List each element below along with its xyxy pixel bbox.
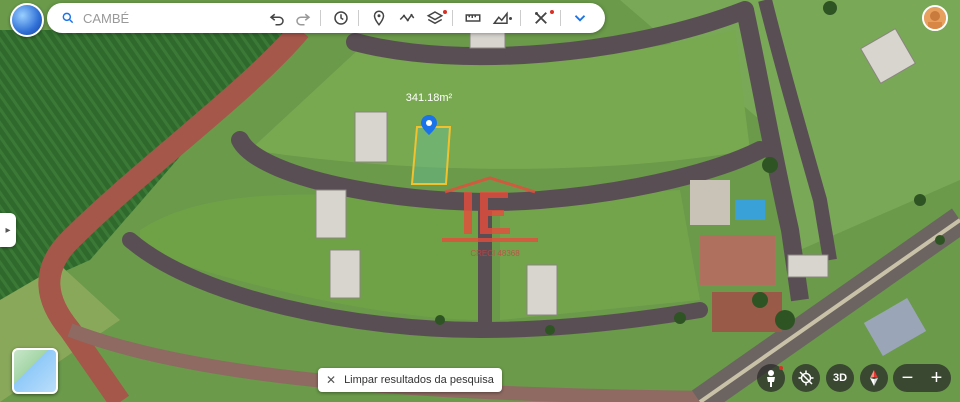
history-icon[interactable] (330, 7, 352, 29)
clear-results-label: Limpar resultados da pesquisa (344, 374, 494, 386)
parcel-area-label: 341.18m² (406, 92, 453, 104)
side-panel-toggle[interactable]: ▸ (0, 213, 16, 247)
toolbar (47, 3, 605, 33)
pegman-icon (767, 370, 775, 387)
avatar[interactable] (922, 5, 948, 31)
globe-icon[interactable] (10, 3, 44, 37)
search-icon (61, 11, 75, 25)
search-box[interactable] (51, 6, 253, 30)
satellite-map[interactable]: CRECI 48368 341.18m² (0, 0, 960, 402)
chevron-down-icon[interactable] (569, 7, 591, 29)
zoom-in-button[interactable]: + (931, 368, 943, 388)
chevron-right-icon: ▸ (5, 224, 11, 236)
three-d-label: 3D (832, 372, 848, 384)
undo-icon[interactable] (266, 7, 288, 29)
locate-button[interactable] (792, 364, 820, 392)
clear-results-button[interactable]: ✕ Limpar resultados da pesquisa (318, 368, 502, 392)
redo-icon[interactable] (292, 7, 314, 29)
selected-parcel[interactable] (410, 126, 452, 185)
close-icon: ✕ (326, 373, 337, 387)
watermark-text: CRECI 48368 (470, 249, 520, 258)
compass-icon (870, 370, 878, 386)
search-input[interactable] (81, 9, 245, 27)
tools-icon[interactable] (530, 7, 552, 29)
path-icon[interactable] (396, 7, 418, 29)
compass-button[interactable] (860, 364, 888, 392)
pin-icon[interactable] (368, 7, 390, 29)
top-bar (10, 3, 605, 37)
locate-off-icon (798, 370, 814, 386)
ruler-icon[interactable] (462, 7, 484, 29)
zoom-out-button[interactable]: − (902, 368, 914, 388)
zoom-controls: − + (893, 364, 951, 392)
map-layer-thumbnail[interactable] (12, 348, 58, 394)
three-d-button[interactable]: 3D (826, 364, 854, 392)
